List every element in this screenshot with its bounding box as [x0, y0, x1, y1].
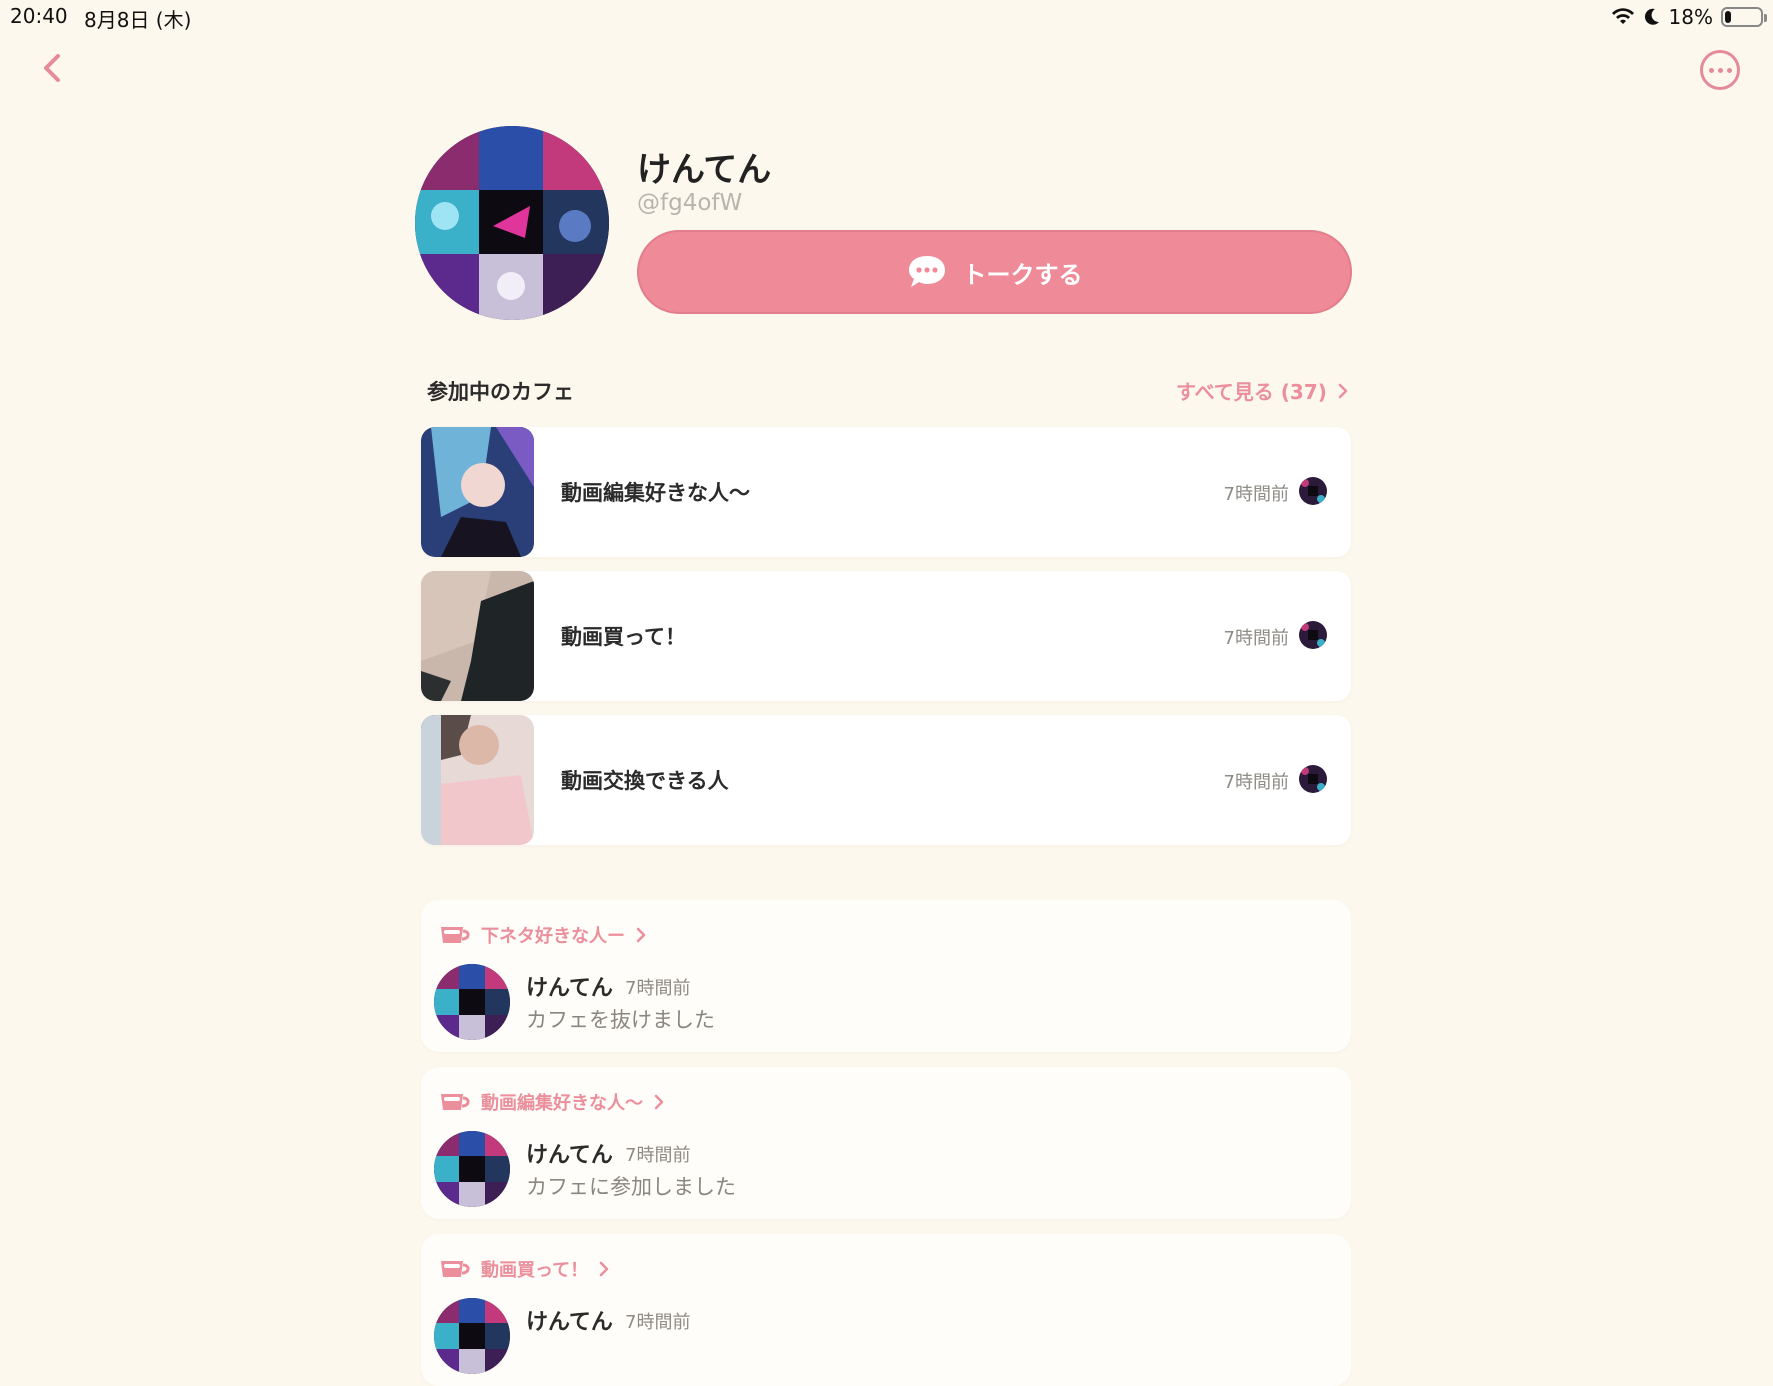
cafe-list-item[interactable]: 動画編集好きな人〜 7時間前: [421, 427, 1351, 557]
talk-button[interactable]: トークする: [637, 230, 1352, 314]
battery-fill: [1725, 11, 1732, 23]
cafe-name: 動画交換できる人: [561, 769, 729, 793]
chevron-right-icon: [654, 1094, 664, 1110]
chevron-left-icon: [44, 54, 60, 82]
member-avatar: [1299, 621, 1327, 649]
activity-time: 7時間前: [625, 1145, 691, 1166]
activity-user-name: けんてん: [526, 1143, 613, 1168]
activity-text: カフェに参加しました: [526, 1175, 736, 1199]
coffee-cup-icon: [441, 927, 470, 943]
activity-time: 7時間前: [625, 978, 691, 999]
status-bar: 20:40 8月8日 (木) 18%: [0, 0, 1773, 34]
ellipsis-dot: [1717, 67, 1723, 73]
avatar[interactable]: [434, 1298, 510, 1374]
activity-text: カフェを抜けました: [526, 1008, 715, 1032]
activity-user-name: けんてん: [526, 1310, 613, 1335]
status-indicators: 18%: [1611, 4, 1767, 30]
activity-card[interactable]: 下ネタ好きな人ー けんてん 7時間前 カフェを抜けました: [421, 900, 1351, 1052]
moon-icon: [1644, 8, 1659, 25]
member-avatar: [1299, 477, 1327, 505]
chevron-right-icon: [636, 927, 646, 943]
cafe-time: 7時間前: [1223, 484, 1289, 505]
cafe-thumbnail: [421, 571, 534, 701]
ellipsis-dot: [1708, 67, 1714, 73]
more-options-button[interactable]: [1700, 50, 1740, 90]
activity-cafe-name: 下ネタ好きな人ー: [481, 926, 625, 947]
activity-cafe-link[interactable]: 下ネタ好きな人ー: [439, 922, 647, 948]
cafe-name: 動画編集好きな人〜: [561, 481, 750, 505]
profile-handle: @fg4ofW: [637, 190, 743, 216]
activity-time: 7時間前: [625, 1312, 691, 1333]
ellipsis-dot: [1726, 67, 1732, 73]
activity-cafe-name: 動画買って！: [481, 1260, 589, 1281]
status-time: 20:40: [10, 4, 68, 28]
talk-button-label: トークする: [962, 260, 1083, 289]
status-date: 8月8日 (木): [84, 8, 192, 32]
cafe-list-item[interactable]: 動画買って！ 7時間前: [421, 571, 1351, 701]
cafe-thumbnail: [421, 427, 534, 557]
battery-percent: 18%: [1668, 5, 1713, 29]
activity-cafe-link[interactable]: 動画編集好きな人〜: [439, 1089, 665, 1115]
cafes-section-title: 参加中のカフェ: [427, 380, 574, 404]
cafe-thumbnail: [421, 715, 534, 845]
cafe-list-item[interactable]: 動画交換できる人 7時間前: [421, 715, 1351, 845]
coffee-cup-icon: [441, 1261, 470, 1277]
avatar[interactable]: [434, 964, 510, 1040]
chat-bubble-icon: [908, 256, 945, 287]
battery-icon: [1721, 7, 1767, 27]
see-all-label: すべて見る (37): [1176, 380, 1327, 404]
activity-cafe-name: 動画編集好きな人〜: [481, 1093, 643, 1114]
wifi-icon: [1611, 8, 1634, 24]
chevron-right-icon: [1338, 383, 1348, 398]
avatar-collage-image: [415, 126, 609, 320]
back-button[interactable]: [36, 48, 72, 88]
member-avatar: [1299, 765, 1327, 793]
cafe-name: 動画買って！: [561, 625, 686, 649]
activity-card[interactable]: 動画買って！ けんてん 7時間前: [421, 1234, 1351, 1386]
see-all-cafes-link[interactable]: すべて見る (37): [1176, 376, 1349, 405]
chevron-right-icon: [599, 1261, 609, 1277]
avatar[interactable]: [434, 1131, 510, 1207]
coffee-cup-icon: [441, 1094, 470, 1110]
cafe-time: 7時間前: [1223, 772, 1289, 793]
activity-cafe-link[interactable]: 動画買って！: [439, 1256, 610, 1282]
activity-card[interactable]: 動画編集好きな人〜 けんてん 7時間前 カフェに参加しました: [421, 1067, 1351, 1219]
profile-avatar[interactable]: [415, 126, 609, 320]
cafe-time: 7時間前: [1223, 628, 1289, 649]
profile-name: けんてん: [637, 150, 772, 190]
activity-user-name: けんてん: [526, 976, 613, 1001]
